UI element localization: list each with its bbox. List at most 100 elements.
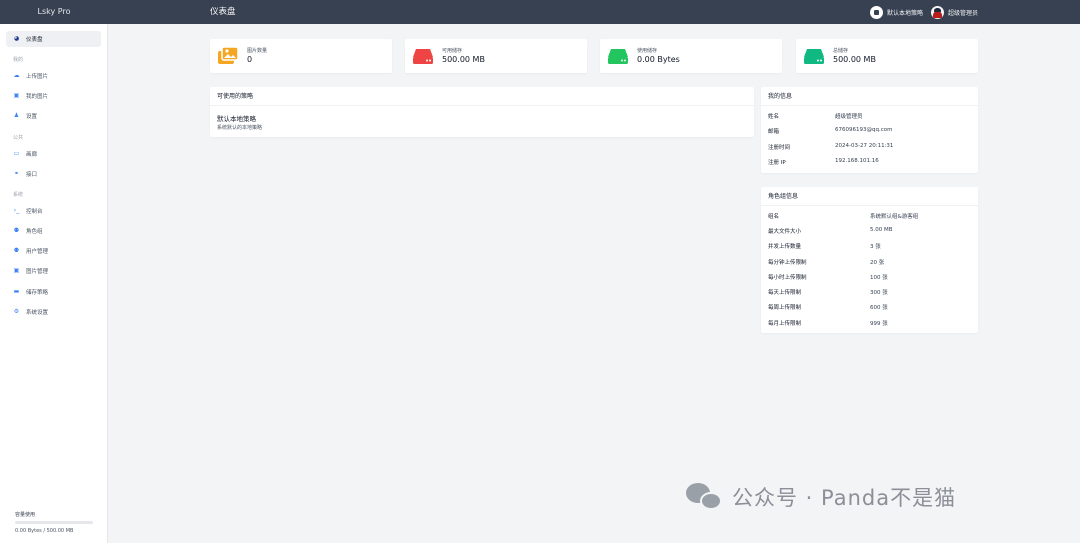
sidebar-section-mine: 我的: [13, 57, 24, 63]
role-key: 每分钟上传限制: [768, 260, 807, 266]
stat-card-image-count: 图片数量 0: [210, 39, 392, 73]
sidebar-item-label: 上传图片: [26, 74, 49, 80]
strategy-icon: [869, 5, 883, 19]
user-cog-icon: ♟: [13, 112, 20, 119]
role-value: 999 张: [870, 321, 888, 327]
sidebar-item-user-management[interactable]: ⚉ 用户管理: [6, 243, 101, 259]
stat-label: 可用储存: [442, 48, 463, 54]
user-name-label: 超级管理员: [947, 9, 978, 17]
strategy-button-label: 默认本地策略: [886, 9, 923, 17]
strategies-panel: 可使用的策略 默认本地策略 系统默认的本地策略: [210, 87, 754, 137]
stat-value: 0.00 Bytes: [637, 55, 680, 64]
sidebar-item-storage[interactable]: ▬ 储存策略: [6, 284, 101, 300]
hdd-icon: [804, 49, 824, 64]
sidebar-item-label: 接口: [26, 172, 38, 178]
role-value: 系统默认组&游客组: [870, 214, 919, 220]
info-value: 676096193@qq.com: [835, 127, 893, 133]
strategy-button[interactable]: 默认本地策略: [869, 5, 923, 19]
hdd-icon: ▬: [13, 288, 20, 295]
panel-title: 我的信息: [761, 87, 978, 106]
link-icon: ⚭: [13, 170, 20, 177]
info-key: 注册时间: [768, 145, 791, 151]
sidebar-section-system: 系统: [13, 192, 24, 198]
users-icon: ⚉: [13, 247, 20, 254]
sidebar-item-my-images[interactable]: ▣ 我的图片: [6, 88, 101, 104]
cloud-upload-icon: ☁: [13, 72, 20, 79]
sidebar-item-dashboard[interactable]: ◕ 仪表盘: [6, 31, 101, 47]
monitor-icon: ▭: [13, 150, 20, 157]
role-value: 100 张: [870, 275, 888, 281]
role-key: 每小时上传限制: [768, 275, 807, 281]
terminal-icon: ›_: [13, 207, 20, 214]
info-key: 邮箱: [768, 129, 780, 135]
page-title: 仪表盘: [210, 7, 236, 17]
info-key: 姓名: [768, 114, 780, 120]
info-value: 超级管理员: [835, 114, 863, 120]
role-value: 5.00 MB: [870, 227, 893, 233]
info-value: 192.168.101.16: [835, 158, 879, 164]
role-key: 每天上传限制: [768, 290, 802, 296]
top-actions: 默认本地策略 超级管理员: [869, 4, 978, 20]
info-value: 2024-03-27 20:11:31: [835, 143, 894, 149]
stat-label: 使用储存: [637, 48, 658, 54]
app-brand[interactable]: Lsky Pro: [0, 0, 108, 24]
sidebar-item-label: 储存策略: [26, 290, 49, 296]
usage-progress-bar: [15, 521, 93, 524]
sidebar-item-label: 设置: [26, 114, 38, 120]
dashboard-icon: ◕: [13, 35, 20, 42]
role-key: 每月上传限制: [768, 321, 802, 327]
top-bar: Lsky Pro 仪表盘 默认本地策略 超级管理员: [0, 0, 1080, 24]
role-value: 300 张: [870, 290, 888, 296]
sidebar-item-label: 仪表盘: [26, 37, 43, 43]
strategy-name[interactable]: 默认本地策略: [217, 113, 256, 123]
wechat-icon: [686, 481, 724, 513]
panel-title: 可使用的策略: [210, 87, 754, 106]
images-icon: ▣: [13, 92, 20, 99]
sidebar-item-system-settings[interactable]: ⚙ 系统设置: [6, 304, 101, 320]
hdd-icon: [413, 49, 433, 64]
sidebar-item-upload[interactable]: ☁ 上传图片: [6, 68, 101, 84]
sidebar-item-settings[interactable]: ♟ 设置: [6, 108, 101, 124]
sidebar-item-label: 控制台: [26, 209, 43, 215]
role-key: 组名: [768, 214, 780, 220]
stat-card-total-storage: 总储存 500.00 MB: [796, 39, 978, 73]
role-info-panel: 角色组信息 组名 系统默认组&游客组 最大文件大小 5.00 MB 并发上传数量…: [761, 187, 978, 333]
user-menu-button[interactable]: 超级管理员: [930, 5, 978, 19]
users-icon: ⚉: [13, 227, 20, 234]
role-key: 每周上传限制: [768, 305, 802, 311]
info-key: 注册 IP: [768, 160, 786, 166]
avatar: [930, 5, 944, 19]
stat-value: 500.00 MB: [442, 55, 485, 64]
usage-text: 0.00 Bytes / 500.00 MB: [15, 528, 74, 534]
watermark: 公众号 · Panda不是猫: [686, 481, 956, 513]
stat-value: 0: [247, 55, 253, 64]
gears-icon: ⚙: [13, 308, 20, 315]
strategy-description: 系统默认的本地策略: [217, 125, 263, 131]
sidebar-item-api[interactable]: ⚭ 接口: [6, 166, 101, 182]
sidebar-item-console[interactable]: ›_ 控制台: [6, 203, 101, 219]
images-icon: ▣: [13, 267, 20, 274]
stat-value: 500.00 MB: [833, 55, 876, 64]
sidebar-item-label: 角色组: [26, 229, 43, 235]
role-value: 20 张: [870, 260, 885, 266]
hdd-icon: [608, 49, 628, 64]
role-key: 并发上传数量: [768, 244, 802, 250]
sidebar-item-label: 用户管理: [26, 249, 49, 255]
sidebar-item-gallery[interactable]: ▭ 画廊: [6, 146, 101, 162]
usage-label: 容量使用: [15, 512, 36, 518]
my-info-panel: 我的信息 姓名 超级管理员 邮箱 676096193@qq.com 注册时间 2…: [761, 87, 978, 173]
stat-label: 总储存: [833, 48, 849, 54]
sidebar-section-public: 公共: [13, 135, 24, 141]
sidebar-item-label: 我的图片: [26, 94, 49, 100]
panel-title: 角色组信息: [761, 187, 978, 206]
storage-usage: 容量使用 0.00 Bytes / 500.00 MB: [15, 511, 95, 534]
stat-card-used-storage: 使用储存 0.00 Bytes: [600, 39, 782, 73]
watermark-text: 公众号 · Panda不是猫: [732, 486, 957, 510]
sidebar-item-label: 画廊: [26, 152, 38, 158]
role-value: 600 张: [870, 305, 888, 311]
stat-card-available-storage: 可用储存 500.00 MB: [405, 39, 587, 73]
role-value: 3 张: [870, 244, 881, 250]
sidebar: ◕ 仪表盘 我的 ☁ 上传图片 ▣ 我的图片 ♟ 设置 公共 ▭ 画廊 ⚭ 接口…: [0, 24, 108, 543]
sidebar-item-image-management[interactable]: ▣ 图片管理: [6, 263, 101, 279]
sidebar-item-roles[interactable]: ⚉ 角色组: [6, 223, 101, 239]
